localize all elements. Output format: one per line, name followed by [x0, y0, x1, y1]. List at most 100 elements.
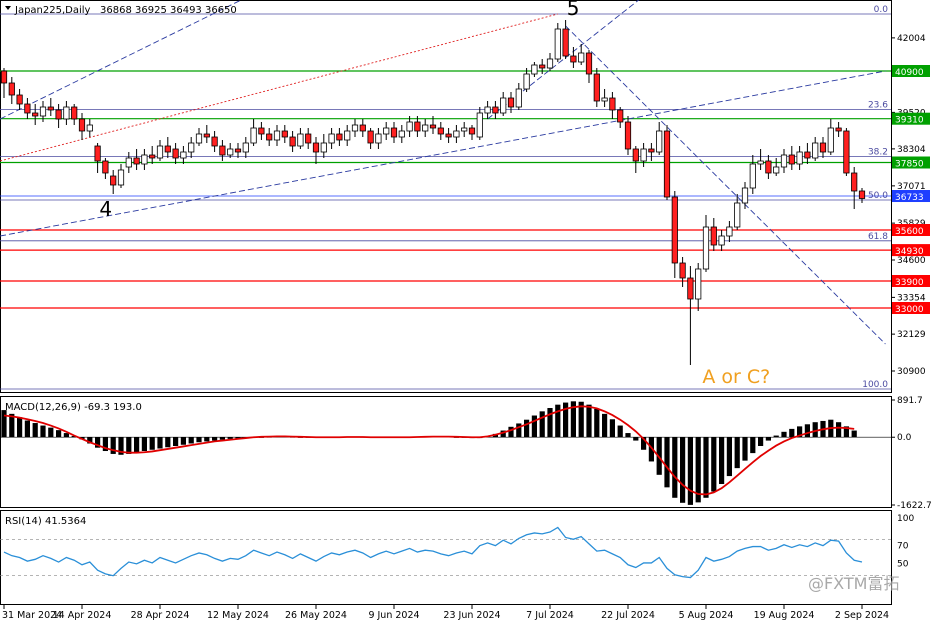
- candle-body: [102, 160, 109, 174]
- macd-bar: [196, 437, 202, 443]
- macd-bar: [672, 437, 678, 498]
- time-label-9: 5 Aug 2024: [679, 610, 734, 621]
- candle-body: [804, 151, 811, 159]
- rsi-tick-label-0: 100: [897, 514, 914, 524]
- candle-body: [242, 142, 249, 153]
- time-axis: 31 Mar 202414 Apr 2024 28 Apr 2024 12 May …: [2, 605, 889, 621]
- candle-body: [429, 124, 437, 129]
- candle-body: [718, 235, 725, 246]
- candle-body: [297, 133, 304, 147]
- macd-bar: [63, 433, 69, 438]
- macd-tick-label-0: 891.7: [897, 396, 923, 406]
- fib-label-5: 100.0: [862, 380, 888, 390]
- candle-body: [32, 112, 39, 117]
- time-label-8: 22 Jul 2024: [601, 610, 655, 621]
- candle-body: [406, 121, 413, 132]
- candle-body: [796, 151, 803, 165]
- candle-body: [336, 133, 343, 141]
- candle-body: [624, 121, 632, 150]
- macd-bar: [625, 433, 631, 438]
- time-label-6: 23 Jun 2024: [443, 610, 500, 621]
- macd-bar: [516, 423, 522, 438]
- candle-body: [812, 142, 819, 159]
- candle-body: [702, 226, 710, 270]
- candle-body: [819, 142, 827, 153]
- macd-bar: [508, 426, 514, 438]
- candle-body: [78, 118, 86, 132]
- macd-tick-label-2: -1622.7: [897, 501, 932, 511]
- macd-bar: [1, 410, 7, 438]
- macd-bar: [165, 437, 171, 448]
- macd-bar: [180, 437, 186, 445]
- candle-body: [757, 160, 764, 165]
- candle-body: [546, 58, 554, 69]
- candle-body: [414, 121, 421, 132]
- fib-label-4: 61.8: [868, 232, 888, 242]
- down-trend-line: [565, 25, 886, 345]
- candle-body: [726, 226, 733, 237]
- macd-bar: [609, 419, 615, 438]
- macd-bar: [555, 404, 561, 438]
- candle-body: [539, 64, 546, 69]
- candle-body: [351, 124, 359, 132]
- candle-body: [266, 133, 273, 141]
- rsi-tick-label-2: 50: [897, 560, 909, 570]
- macd-bar: [703, 437, 709, 498]
- candle-body: [24, 103, 31, 114]
- rsi-line: [3, 526, 863, 579]
- candle-body: [250, 127, 257, 144]
- symbol-dropdown-icon[interactable]: [5, 6, 11, 10]
- wave-label-a-or-c: A or C?: [702, 366, 770, 388]
- candle-body: [765, 160, 772, 174]
- candle-body: [0, 70, 8, 84]
- candle-body: [390, 127, 398, 138]
- level-tag-text-3: 35600: [895, 227, 924, 237]
- level-tag-text-4: 34930: [895, 247, 924, 257]
- macd-bar: [149, 437, 155, 450]
- macd-bar: [664, 437, 670, 488]
- candle-body: [8, 82, 15, 96]
- candle-body: [679, 262, 686, 279]
- candle-body: [156, 145, 164, 159]
- macd-bar: [781, 431, 787, 438]
- candle-body: [164, 145, 171, 153]
- candle-body: [172, 148, 179, 159]
- ohlc-readout: 36868 36925 36493 36650: [100, 5, 237, 16]
- price-tick-label-7: 32129: [897, 330, 926, 340]
- candle-body: [219, 145, 226, 156]
- candle-body: [835, 127, 842, 132]
- candle-body: [149, 154, 156, 159]
- macd-tick-label-1: 0.0: [897, 433, 912, 443]
- candle-body: [531, 64, 538, 75]
- time-label-4: 26 May 2024: [285, 610, 347, 621]
- candle-body: [617, 109, 624, 123]
- fibonacci-levels: 0.0 23.6 38.2 50.0 61.8 100.0: [0, 5, 891, 390]
- macd-bar: [719, 437, 725, 485]
- lower-channel-line: [0, 70, 886, 237]
- macd-bar: [212, 437, 218, 441]
- rsi-label: RSI(14) 41.5364: [5, 516, 86, 527]
- price-tick-label-5: 34600: [897, 256, 926, 266]
- candle-body: [476, 112, 483, 138]
- rsi-indicator: 100 70 50: [0, 514, 914, 579]
- price-tick-label-0: 42004: [897, 34, 926, 44]
- candle-body: [367, 130, 374, 144]
- candle-body: [858, 190, 866, 199]
- macd-bar: [524, 419, 530, 438]
- candle-body: [461, 127, 468, 132]
- macd-bar: [219, 437, 225, 440]
- candle-body: [749, 163, 756, 189]
- macd-bar: [680, 437, 686, 503]
- candle-body: [523, 73, 530, 90]
- macd-bar: [204, 437, 210, 442]
- macd-bar: [32, 423, 38, 438]
- candle-body: [500, 97, 507, 114]
- candle-body: [656, 130, 663, 153]
- macd-bar: [726, 437, 732, 477]
- candle-body: [180, 151, 187, 159]
- candle-body: [570, 55, 577, 63]
- fib-label-2: 38.2: [868, 148, 888, 158]
- candle-body: [562, 28, 569, 57]
- candle-body: [687, 277, 694, 300]
- macd-bar: [157, 437, 163, 449]
